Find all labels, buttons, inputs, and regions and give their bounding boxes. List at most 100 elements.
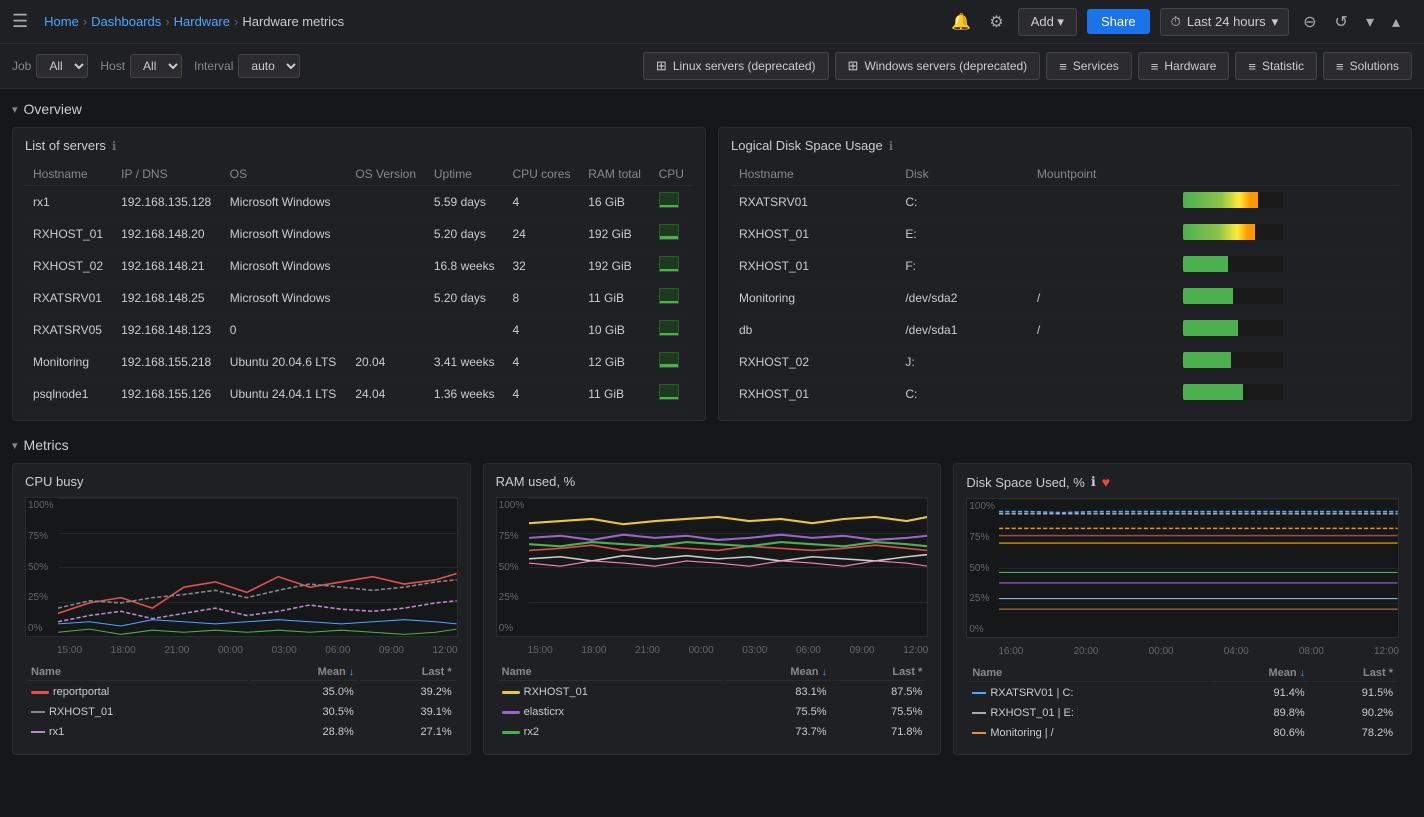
table-row[interactable]: RXHOST_01 E: [731, 218, 1399, 250]
table-row[interactable]: psqlnode1 192.168.155.126 Ubuntu 24.04.1… [25, 378, 693, 410]
menu-icon[interactable]: ☰ [12, 11, 28, 32]
tab-solutions[interactable]: ≡ Solutions [1323, 52, 1412, 80]
cell-cpu-bar [651, 186, 693, 218]
col-mountpoint: Mountpoint [1029, 163, 1175, 186]
table-row[interactable]: Monitoring /dev/sda2 / [731, 282, 1399, 314]
legend-row: rx2 73.7% 71.8% [498, 723, 927, 741]
zoom-out-icon[interactable]: ⊖ [1299, 8, 1320, 36]
ram-legend-name-col: Name [498, 664, 723, 681]
legend-dot [502, 711, 520, 714]
collapse-icon[interactable]: ▴ [1388, 8, 1404, 36]
table-row[interactable]: RXHOST_01 192.168.148.20 Microsoft Windo… [25, 218, 693, 250]
interval-filter: Interval auto [194, 54, 300, 78]
host-filter: Host All [100, 54, 182, 78]
legend-last: 91.5% [1311, 684, 1397, 702]
cell-ip: 192.168.155.126 [113, 378, 222, 410]
table-row[interactable]: RXATSRV01 192.168.148.25 Microsoft Windo… [25, 282, 693, 314]
col-disk-hostname: Hostname [731, 163, 897, 186]
servers-title-text: List of servers [25, 138, 106, 153]
cell-mountpoint: / [1029, 282, 1175, 314]
legend-last: 71.8% [833, 723, 927, 741]
cell-os: Ubuntu 20.04.6 LTS [222, 346, 348, 378]
table-row[interactable]: db /dev/sda1 / [731, 314, 1399, 346]
tab-statistic-icon: ≡ [1248, 59, 1256, 74]
legend-row: RXHOST_01 83.1% 87.5% [498, 683, 927, 701]
cell-disk-usage-bar [1175, 250, 1399, 282]
disk-panel: Logical Disk Space Usage ℹ Hostname Disk… [718, 127, 1412, 421]
time-chevron: ▾ [1272, 14, 1279, 30]
ram-legend-table: Name Mean ↓ Last * RXHOST_01 83.1% 87.5%… [496, 662, 929, 743]
cell-hostname: rx1 [25, 186, 113, 218]
ram-title-text: RAM used, % [496, 474, 575, 489]
cell-disk: /dev/sda1 [897, 314, 1029, 346]
share-button[interactable]: Share [1087, 9, 1150, 34]
disk-chart-area: 100% 75% 50% 25% 0% [966, 498, 1399, 638]
cell-mountpoint [1029, 378, 1175, 410]
cell-ram-total: 16 GiB [580, 186, 650, 218]
tab-linux-servers[interactable]: ⊞ Linux servers (deprecated) [643, 52, 829, 80]
tab-solutions-icon: ≡ [1336, 59, 1344, 74]
host-label: Host [100, 59, 125, 73]
cell-ip: 192.168.135.128 [113, 186, 222, 218]
table-row[interactable]: Monitoring 192.168.155.218 Ubuntu 20.04.… [25, 346, 693, 378]
disk-title-text: Logical Disk Space Usage [731, 138, 883, 153]
cell-ip: 192.168.148.21 [113, 250, 222, 282]
table-row[interactable]: RXHOST_01 F: [731, 250, 1399, 282]
table-row[interactable]: rx1 192.168.135.128 Microsoft Windows 5.… [25, 186, 693, 218]
cell-ram-total: 10 GiB [580, 314, 650, 346]
legend-dash [972, 692, 986, 694]
host-select[interactable]: All [130, 54, 182, 78]
cpu-legend-table: Name Mean ↓ Last * reportportal 35.0% 39… [25, 662, 458, 743]
refresh-icon[interactable]: ↺ [1331, 8, 1352, 36]
cpu-y-labels: 100% 75% 50% 25% 0% [26, 498, 58, 636]
cell-os-version: 24.04 [347, 378, 426, 410]
time-selector[interactable]: ⏱ Last 24 hours ▾ [1160, 8, 1289, 36]
job-select[interactable]: All [36, 54, 88, 78]
legend-name: RXHOST_01 [27, 703, 248, 721]
legend-row: elasticrx 75.5% 75.5% [498, 703, 927, 721]
interval-select[interactable]: auto [238, 54, 300, 78]
settings-icon[interactable]: ⚙ [985, 8, 1007, 36]
breadcrumb-home[interactable]: Home [44, 14, 79, 29]
disk-info-icon[interactable]: ℹ [889, 139, 894, 153]
cell-os-version [347, 250, 426, 282]
cell-ip: 192.168.155.218 [113, 346, 222, 378]
table-row[interactable]: RXHOST_02 J: [731, 346, 1399, 378]
tab-windows-icon: ⊞ [848, 58, 859, 74]
servers-info-icon[interactable]: ℹ [112, 139, 117, 153]
metrics-section-header[interactable]: ▾ Metrics [12, 437, 1412, 453]
add-button[interactable]: Add ▾ [1018, 8, 1077, 36]
bell-icon[interactable]: 🔔 [947, 8, 975, 36]
legend-row: RXATSRV01 | C: 91.4% 91.5% [968, 684, 1397, 702]
cpu-chart-panel: CPU busy 100% 75% 50% 25% 0% [12, 463, 471, 755]
tab-windows-servers[interactable]: ⊞ Windows servers (deprecated) [835, 52, 1041, 80]
interval-label: Interval [194, 59, 233, 73]
cell-disk: E: [897, 218, 1029, 250]
legend-mean: 91.4% [1211, 684, 1308, 702]
tab-services[interactable]: ≡ Services [1046, 52, 1132, 80]
table-row[interactable]: RXATSRV01 C: [731, 186, 1399, 218]
cell-ram-total: 192 GiB [580, 218, 650, 250]
disk-legend-mean-col[interactable]: Mean ↓ [1211, 665, 1308, 682]
cell-cpu-cores: 4 [504, 186, 580, 218]
cell-uptime: 5.59 days [426, 186, 505, 218]
cpu-legend-mean-col[interactable]: Mean ↓ [250, 664, 358, 681]
more-options-icon[interactable]: ▾ [1362, 8, 1378, 36]
disk-chart-heart-icon[interactable]: ♥ [1102, 474, 1110, 490]
disk-chart-info-icon[interactable]: ℹ [1091, 474, 1096, 490]
overview-section-header[interactable]: ▾ Overview [12, 101, 1412, 117]
table-row[interactable]: RXHOST_02 192.168.148.21 Microsoft Windo… [25, 250, 693, 282]
breadcrumb-dashboards[interactable]: Dashboards [91, 14, 161, 29]
cell-cpu-bar [651, 346, 693, 378]
legend-mean: 28.8% [250, 723, 358, 741]
legend-name: RXHOST_01 [498, 683, 723, 701]
cell-cpu-cores: 4 [504, 346, 580, 378]
ram-legend-mean-col[interactable]: Mean ↓ [725, 664, 831, 681]
tab-statistic[interactable]: ≡ Statistic [1235, 52, 1317, 80]
table-row[interactable]: RXATSRV05 192.168.148.123 0 4 10 GiB [25, 314, 693, 346]
disk-legend-name-col: Name [968, 665, 1209, 682]
tab-hardware[interactable]: ≡ Hardware [1138, 52, 1230, 80]
table-row[interactable]: RXHOST_01 C: [731, 378, 1399, 410]
breadcrumb-hardware[interactable]: Hardware [174, 14, 230, 29]
col-hostname: Hostname [25, 163, 113, 186]
